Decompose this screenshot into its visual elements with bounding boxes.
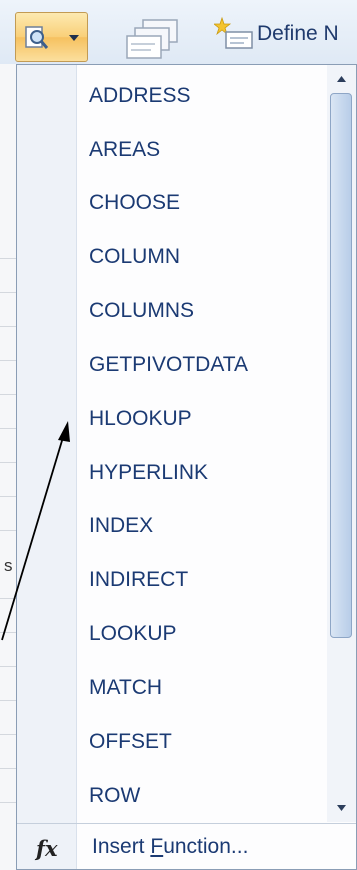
- insert-function-accelerator: F: [150, 835, 164, 858]
- row-divider: [0, 462, 16, 463]
- insert-function-label-suffix: unction...: [163, 835, 249, 858]
- function-fx-icon: fx: [36, 836, 58, 861]
- worksheet-background: [0, 64, 16, 870]
- row-divider: [0, 530, 16, 531]
- menu-item-getpivotdata[interactable]: GETPIVOTDATA: [89, 350, 248, 380]
- menu-item-lookup[interactable]: LOOKUP: [89, 619, 177, 649]
- menu-item-hlookup[interactable]: HLOOKUP: [89, 404, 192, 434]
- menu-item-match[interactable]: MATCH: [89, 673, 162, 703]
- row-divider: [0, 734, 16, 735]
- menu-icon-gutter: [17, 65, 77, 823]
- row-divider: [0, 666, 16, 667]
- menu-item-areas[interactable]: AREAS: [89, 135, 160, 165]
- define-name-icon[interactable]: [214, 16, 254, 54]
- menu-item-row[interactable]: ROW: [89, 781, 140, 811]
- scroll-up-arrow-icon[interactable]: [327, 65, 356, 91]
- row-divider: [0, 258, 16, 259]
- row-divider: [0, 428, 16, 429]
- define-name-button-label[interactable]: Define N: [257, 22, 339, 46]
- row-divider: [0, 292, 16, 293]
- row-divider: [0, 700, 16, 701]
- scrollbar-thumb[interactable]: [330, 93, 352, 638]
- menu-item-address[interactable]: ADDRESS: [89, 81, 191, 111]
- row-divider: [0, 768, 16, 769]
- row-divider: [0, 360, 16, 361]
- menu-scrollbar[interactable]: [327, 65, 356, 822]
- lookup-functions-menu: ADDRESS AREAS CHOOSE COLUMN COLUMNS GETP…: [16, 64, 357, 870]
- row-divider: [0, 496, 16, 497]
- menu-item-columns[interactable]: COLUMNS: [89, 296, 194, 326]
- lookup-magnifier-icon: [25, 26, 49, 49]
- row-divider: [0, 326, 16, 327]
- menu-item-hyperlink[interactable]: HYPERLINK: [89, 458, 208, 488]
- row-divider: [0, 632, 16, 633]
- lookup-reference-dropdown-button[interactable]: [15, 12, 88, 62]
- screenshot-stage: Define N s ADDRESS AREAS CHOOSE COLUMN C…: [0, 0, 357, 870]
- row-divider: [0, 598, 16, 599]
- menu-item-column[interactable]: COLUMN: [89, 242, 180, 272]
- row-divider: [0, 802, 16, 803]
- row-divider: [0, 394, 16, 395]
- worksheet-cell-text: s: [4, 556, 13, 575]
- menu-item-offset[interactable]: OFFSET: [89, 727, 172, 757]
- ribbon-bar: Define N: [0, 0, 357, 64]
- menu-item-choose[interactable]: CHOOSE: [89, 188, 180, 218]
- name-manager-icon[interactable]: [123, 16, 189, 62]
- menu-item-index[interactable]: INDEX: [89, 511, 153, 541]
- scroll-down-arrow-icon[interactable]: [327, 796, 356, 822]
- chevron-down-icon: [69, 35, 79, 41]
- insert-function-label-prefix: Insert: [92, 835, 151, 858]
- insert-function-menu-item[interactable]: Insert Function...: [92, 835, 248, 859]
- menu-item-indirect[interactable]: INDIRECT: [89, 565, 188, 595]
